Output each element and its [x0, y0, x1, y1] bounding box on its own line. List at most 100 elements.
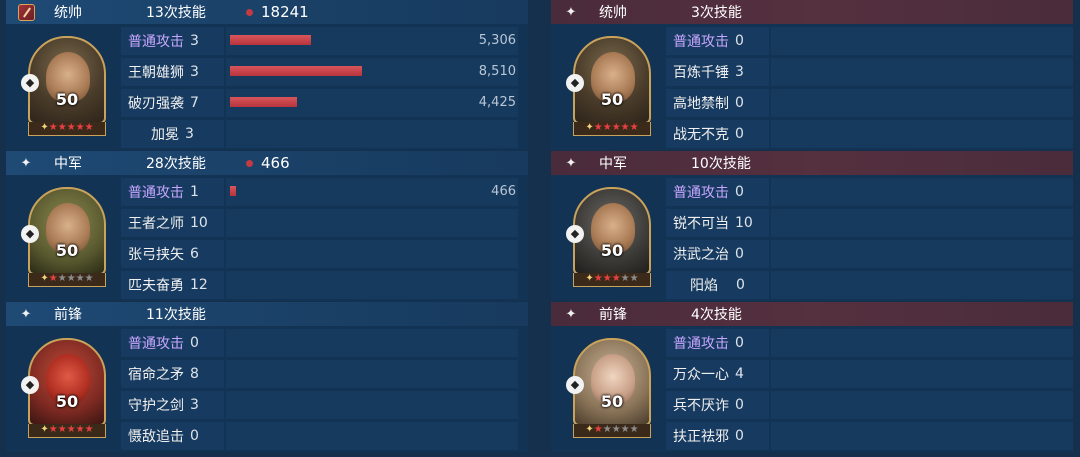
skill-name: 阳焰 [690, 278, 719, 294]
level-label: 50 [55, 241, 79, 260]
section-header: ✦ 中军 10次技能 [551, 151, 1073, 175]
star-rating: ✦★★★★★ [28, 424, 106, 438]
damage-total: 18241 [246, 3, 309, 21]
avatar[interactable]: 50 [28, 338, 106, 426]
role-label: 统帅 [599, 5, 627, 21]
damage-bar-track [226, 422, 518, 450]
damage-bar-track [771, 89, 1073, 117]
damage-value: 4,425 [478, 95, 516, 110]
skill-label: 匹夫奋勇 12 [121, 271, 224, 299]
skill-label: 扶正祛邪 0 [666, 422, 769, 450]
skill-row: 扶正祛邪 0 [666, 422, 1073, 450]
skill-count: 28次技能 [146, 156, 206, 172]
role-label: 前锋 [54, 307, 82, 323]
section-body: 50 ◆ ✦★★★★★ 普通攻击 0 锐不可当 10 洪武之治 0 阳焰 0 [551, 175, 1073, 301]
skill-uses: 6 [190, 246, 199, 262]
section-header: ✦ 中军 28次技能 466 [6, 151, 528, 175]
general-portrait[interactable]: 50 ◆ ✦★★★★★ [551, 24, 666, 150]
damage-bar-track [226, 360, 518, 388]
general-portrait[interactable]: 50 ◆ ✦★★★★★ [6, 326, 121, 452]
four-point-star-icon: ✦ [20, 155, 32, 171]
skill-rows: 普通攻击 0 宿命之矛 8 守护之剑 3 慑敌追击 0 [121, 326, 528, 452]
skill-rows: 普通攻击 0 锐不可当 10 洪武之治 0 阳焰 0 [666, 175, 1073, 301]
troop-type-icon: ◆ [566, 74, 584, 92]
skill-uses: 3 [190, 64, 199, 80]
damage-bar-track [226, 240, 518, 268]
avatar[interactable]: 50 [28, 36, 106, 124]
skill-uses: 3 [735, 64, 744, 80]
four-point-star-icon: ✦ [565, 4, 577, 20]
skill-label: 王者之师 10 [121, 209, 224, 237]
skill-label: 战无不克 0 [666, 120, 769, 148]
skill-row: 阳焰 0 [666, 271, 1073, 299]
skill-count: 11次技能 [146, 307, 206, 323]
skill-rows: 普通攻击 0 万众一心 4 兵不厌诈 0 扶正祛邪 0 [666, 326, 1073, 452]
star-rating: ✦★★★★★ [28, 273, 106, 287]
skill-uses: 0 [735, 246, 744, 262]
section-body: 50 ◆ ✦★★★★★ 普通攻击 0 百炼千锤 3 高地禁制 0 战无不克 0 [551, 24, 1073, 150]
damage-bar-track [226, 120, 518, 148]
avatar[interactable]: 50 [573, 338, 651, 426]
damage-bar-track [771, 178, 1073, 206]
damage-bar-track [771, 58, 1073, 86]
skill-uses: 10 [735, 215, 753, 231]
skill-label: 锐不可当 10 [666, 209, 769, 237]
section-header: ✦ 统帅 3次技能 [551, 0, 1073, 24]
skill-row: 万众一心 4 [666, 360, 1073, 388]
avatar[interactable]: 50 [573, 187, 651, 275]
damage-total: 466 [246, 154, 290, 172]
section-body: 50 ◆ ✦★★★★★ 普通攻击 0 万众一心 4 兵不厌诈 0 扶正祛邪 0 [551, 326, 1073, 452]
damage-bar-track [771, 271, 1073, 299]
damage-bar [230, 97, 297, 107]
skill-row: 普通攻击 0 [666, 27, 1073, 55]
damage-bar-track [771, 209, 1073, 237]
damage-bar-track [771, 391, 1073, 419]
skill-uses: 0 [735, 33, 744, 49]
section-header: ✦ 前锋 4次技能 [551, 302, 1073, 326]
skill-name: 洪武之治 [673, 247, 729, 263]
avatar[interactable]: 50 [573, 36, 651, 124]
skill-uses: 3 [190, 397, 199, 413]
skill-label: 加冕 3 [121, 120, 224, 148]
general-section-vanguard: ✦ 前锋 4次技能 50 ◆ ✦★★★★★ 普通攻击 0 万众一心 4 兵不厌诈… [551, 302, 1073, 452]
skill-label: 洪武之治 0 [666, 240, 769, 268]
damage-bar-track: 8,510 [226, 58, 518, 86]
skill-row: 张弓挟矢 6 [121, 240, 528, 268]
section-body: 50 ◆ ✦★★★★★ 普通攻击 3 5,306 王朝雄狮 3 8,510 破刃… [6, 24, 528, 150]
skill-row: 加冕 3 [121, 120, 528, 148]
skill-label: 普通攻击 3 [121, 27, 224, 55]
section-body: 50 ◆ ✦★★★★★ 普通攻击 0 宿命之矛 8 守护之剑 3 慑敌追击 0 [6, 326, 528, 452]
damage-dot-icon [246, 8, 253, 16]
general-portrait[interactable]: 50 ◆ ✦★★★★★ [551, 175, 666, 301]
skill-label: 普通攻击 1 [121, 178, 224, 206]
skill-uses: 7 [190, 95, 199, 111]
general-portrait[interactable]: 50 ◆ ✦★★★★★ [551, 326, 666, 452]
damage-total-value: 18241 [261, 3, 309, 21]
troop-type-icon: ◆ [21, 74, 39, 92]
skill-row: 高地禁制 0 [666, 89, 1073, 117]
skill-name: 百炼千锤 [673, 65, 729, 81]
skill-row: 锐不可当 10 [666, 209, 1073, 237]
skill-name: 万众一心 [673, 367, 729, 383]
damage-bar [230, 66, 362, 76]
skill-row: 兵不厌诈 0 [666, 391, 1073, 419]
skill-uses: 0 [735, 397, 744, 413]
skill-uses: 0 [736, 277, 745, 293]
avatar[interactable]: 50 [28, 187, 106, 275]
star-rating: ✦★★★★★ [573, 424, 651, 438]
general-portrait[interactable]: 50 ◆ ✦★★★★★ [6, 24, 121, 150]
skill-row: 洪武之治 0 [666, 240, 1073, 268]
general-portrait[interactable]: 50 ◆ ✦★★★★★ [6, 175, 121, 301]
skill-label: 慑敌追击 0 [121, 422, 224, 450]
skill-uses: 0 [735, 184, 744, 200]
skill-count: 4次技能 [691, 307, 742, 323]
damage-bar-track [226, 271, 518, 299]
skill-label: 守护之剑 3 [121, 391, 224, 419]
damage-bar-track [771, 329, 1073, 357]
four-point-star-icon: ✦ [565, 155, 577, 171]
skill-label: 万众一心 4 [666, 360, 769, 388]
skill-name: 普通攻击 [673, 336, 729, 352]
skill-label: 百炼千锤 3 [666, 58, 769, 86]
skill-row: 慑敌追击 0 [121, 422, 528, 450]
role-label: 统帅 [54, 5, 82, 21]
